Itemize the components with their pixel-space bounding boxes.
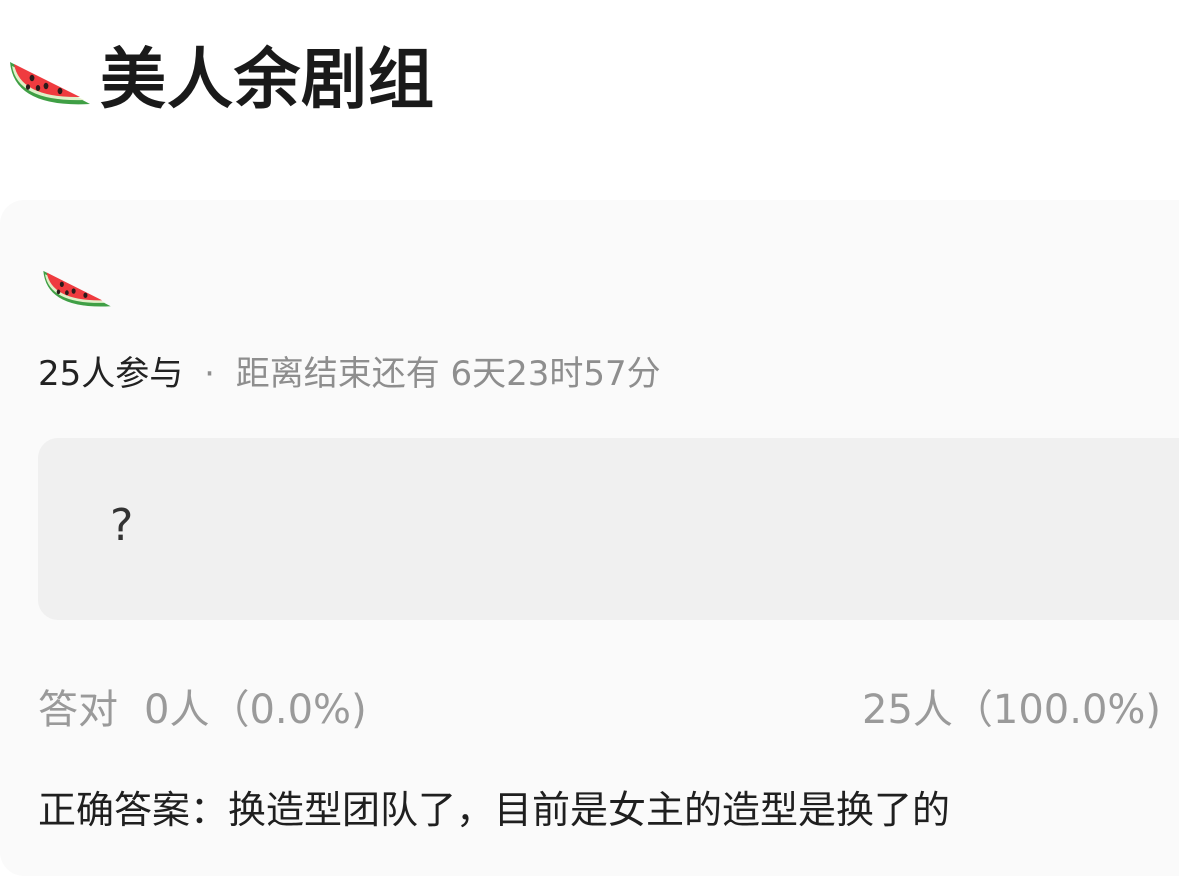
other-count: 25人（100.0%) [862,687,1162,733]
page-title: 美人余剧组 [100,41,435,118]
time-remaining: 距离结束还有 6天23时57分 [235,354,661,394]
poll-meta: 25人参与 · 距离结束还有 6天23时57分 [38,350,661,398]
correct-count: 0人（0.0%) [144,687,367,733]
question-box: ? [38,438,1179,620]
other-stats: 25人（100.0%) [862,686,1161,734]
correct-answer: 正确答案：换造型团队了，目前是女主的造型是换了的 [38,784,950,836]
correct-label: 答对 [38,687,118,733]
meta-separator: · [204,354,215,394]
answer-text: 换造型团队了，目前是女主的造型是换了的 [228,788,951,832]
answer-label: 正确答案： [38,788,229,832]
correct-stats: 答对 0人（0.0%) [38,686,367,734]
watermelon-icon [43,270,111,307]
page-header: 美人余剧组 [0,30,435,130]
participant-count: 25人参与 [38,354,184,394]
watermelon-icon [10,62,90,105]
question-text: ? [110,500,134,551]
